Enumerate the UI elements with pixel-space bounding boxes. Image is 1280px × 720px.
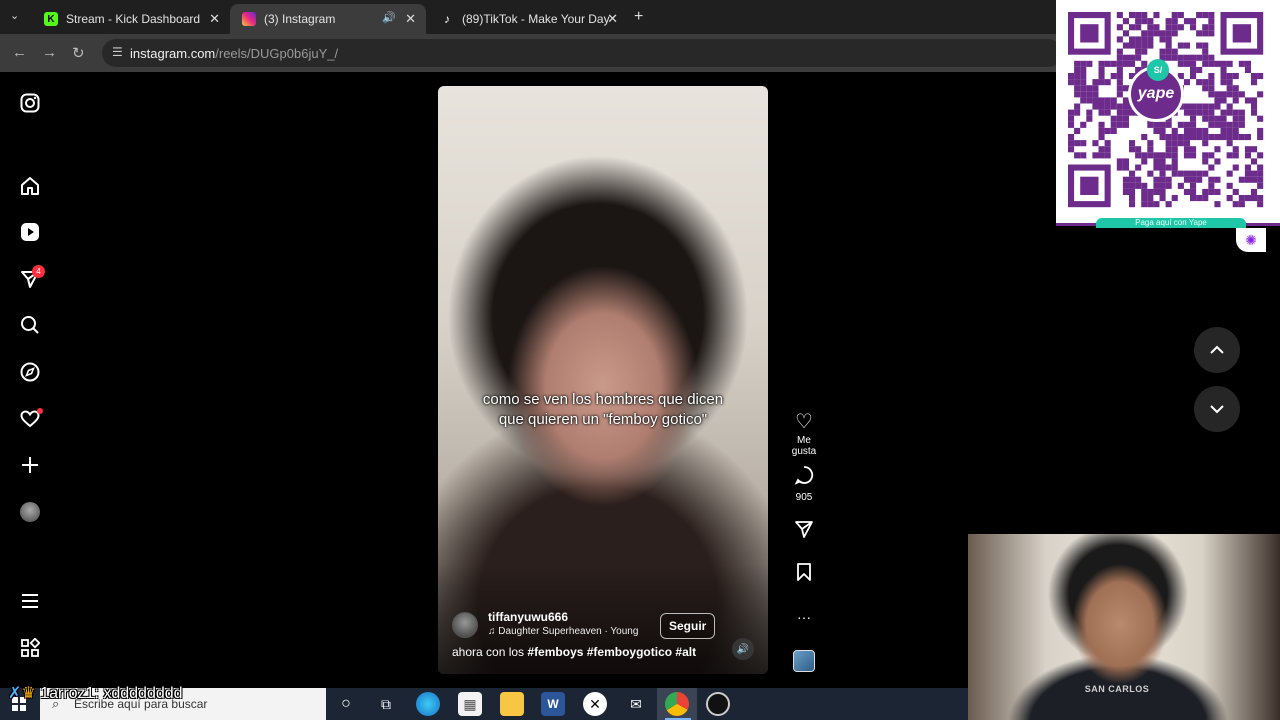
reel-music[interactable]: ♫ Daughter Superheaven · Young	[488, 626, 638, 637]
speaker-icon[interactable]: 🔊	[732, 638, 754, 660]
tab-title: (3) Instagram	[264, 12, 336, 26]
comment-button[interactable]: 905	[784, 465, 824, 503]
webcam-feed: SAN CARLOS	[968, 534, 1280, 720]
create-plus-icon[interactable]	[18, 453, 42, 477]
back-arrow-icon[interactable]: ←	[12, 44, 27, 61]
reel-caption: ahora con los #femboys #femboygotico #al…	[452, 645, 696, 659]
close-icon[interactable]: ✕	[607, 11, 618, 27]
speaker-icon[interactable]: 🔊	[382, 11, 396, 24]
caption-hashtags[interactable]: #femboys #femboygotico #alt	[527, 645, 696, 659]
messages-badge: 4	[32, 265, 45, 278]
music-note-icon: ♫	[488, 626, 499, 637]
home-icon[interactable]	[18, 174, 42, 198]
instagram-logo-icon[interactable]	[18, 91, 42, 115]
address-bar[interactable]: ☰ instagram.com/reels/DUGp0b6juY_/	[102, 39, 1062, 67]
obs-icon[interactable]	[706, 692, 730, 716]
more-options-button[interactable]: ···	[784, 606, 824, 628]
tab-tiktok[interactable]: ♪ (89)TikTok - Make Your Day ✕	[428, 4, 628, 34]
edge-icon[interactable]	[416, 692, 440, 716]
reel-video[interactable]: como se ven los hombres que dicen que qu…	[438, 86, 768, 674]
meta-apps-icon[interactable]	[18, 636, 42, 660]
chevron-up-icon	[1210, 345, 1224, 354]
yape-brand: yape	[1137, 85, 1175, 102]
notification-dot	[37, 408, 43, 414]
original-audio-thumbnail[interactable]	[793, 650, 815, 672]
tiktok-icon: ♪	[444, 12, 450, 26]
follow-button[interactable]: Seguir	[660, 613, 716, 639]
reel-overlay-text: como se ven los hombres que dicen que qu…	[482, 391, 724, 428]
tab-search-icon[interactable]: ⌄	[10, 9, 19, 22]
yape-currency: S/	[1147, 59, 1169, 81]
forward-arrow-icon[interactable]: →	[42, 44, 57, 61]
profile-avatar[interactable]	[18, 500, 42, 524]
yape-qr-overlay: S/ yape Paga aquí con Yape	[1056, 0, 1280, 228]
webcam-shirt-text: SAN CARLOS	[1084, 684, 1150, 694]
new-tab-button[interactable]: +	[634, 8, 643, 26]
author-avatar[interactable]	[452, 612, 478, 638]
mail-icon[interactable]: ✉	[624, 692, 648, 716]
previous-reel-button[interactable]	[1194, 327, 1240, 373]
tab-title: Stream - Kick Dashboard	[66, 12, 201, 26]
menu-icon[interactable]	[18, 589, 42, 613]
share-icon	[784, 519, 824, 544]
instagram-icon	[242, 12, 256, 26]
tab-instagram[interactable]: (3) Instagram 🔊 ✕	[230, 4, 426, 34]
author-username[interactable]: tiffanyuwu666	[488, 610, 568, 624]
comment-icon	[784, 465, 824, 490]
reload-icon[interactable]: ↻	[72, 44, 85, 62]
store-icon[interactable]: ▦	[458, 692, 482, 716]
tab-title: (89)TikTok - Make Your Day	[462, 12, 610, 26]
reel-author-row: tiffanyuwu666 ♫ Daughter Superheaven · Y…	[452, 610, 752, 642]
yape-strip: Paga aquí con Yape	[1096, 218, 1246, 228]
comment-count: 905	[795, 492, 813, 503]
kick-icon: K	[44, 12, 58, 26]
file-explorer-icon[interactable]	[500, 692, 524, 716]
url-path: /reels/DUGp0b6juY_/	[215, 45, 339, 61]
next-reel-button[interactable]	[1194, 386, 1240, 432]
chat-badge-icon: ✗	[8, 685, 22, 702]
tab-kick[interactable]: K Stream - Kick Dashboard ✕	[32, 4, 230, 34]
url-host: instagram.com	[130, 45, 216, 61]
word-icon[interactable]: W	[541, 692, 565, 716]
cortana-icon[interactable]: ○	[334, 692, 358, 716]
caption-text: ahora con los	[452, 645, 525, 659]
stream-chat-message: ✗♛ 1arroz1: xdddddddd	[8, 683, 183, 703]
like-label: Me gusta	[791, 435, 817, 457]
chevron-down-icon	[1210, 405, 1224, 414]
site-settings-icon[interactable]: ☰	[112, 45, 123, 59]
crown-icon: ♛	[21, 685, 36, 702]
like-button[interactable]: ♡ Me gusta	[784, 411, 824, 457]
close-icon[interactable]: ✕	[209, 11, 220, 27]
task-view-icon[interactable]: ⧉	[374, 692, 398, 716]
more-icon: ···	[797, 609, 811, 625]
extension-brain-icon[interactable]: ✺	[1236, 228, 1266, 252]
yape-strip-text: Paga aquí con Yape	[1135, 218, 1207, 227]
reels-icon[interactable]	[18, 220, 42, 244]
heart-icon: ♡	[795, 411, 813, 433]
explore-icon[interactable]	[18, 360, 42, 384]
music-title: Daughter Superheaven · Young	[498, 626, 639, 637]
share-button[interactable]	[784, 519, 824, 544]
yape-logo: S/ yape	[1128, 59, 1184, 122]
chrome-icon[interactable]	[665, 692, 689, 716]
close-icon[interactable]: ✕	[405, 11, 416, 27]
bookmark-icon	[784, 562, 824, 587]
save-button[interactable]	[784, 562, 824, 587]
search-icon[interactable]	[18, 313, 42, 337]
xbox-icon[interactable]: ✕	[583, 692, 607, 716]
chat-text: 1arroz1: xdddddddd	[40, 685, 183, 702]
